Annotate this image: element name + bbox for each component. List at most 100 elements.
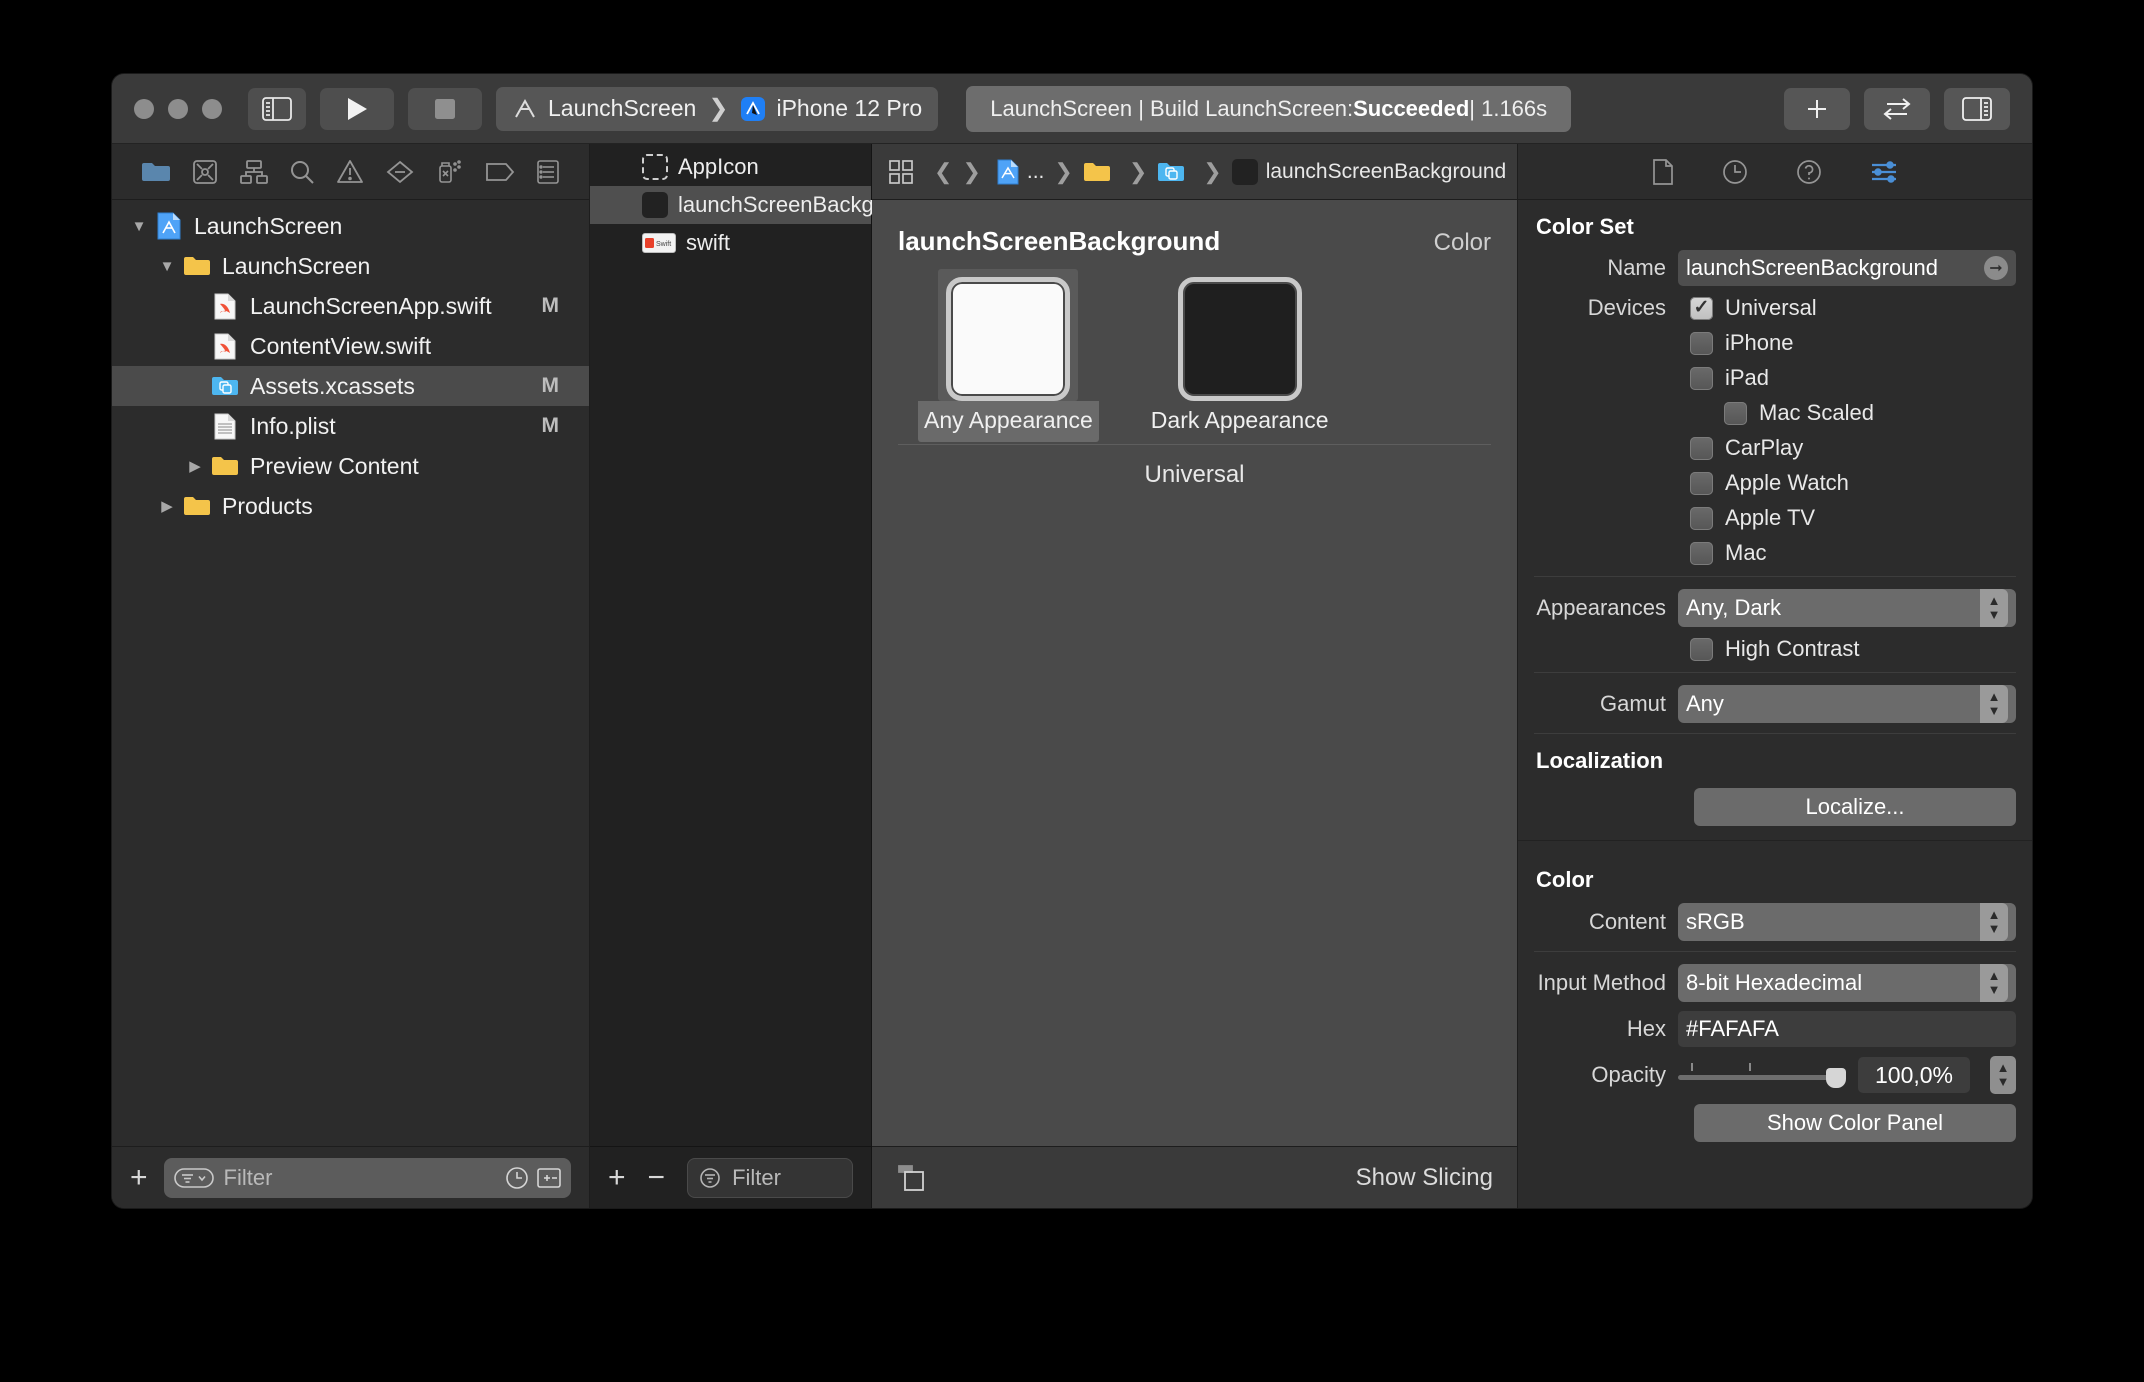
tree-row-contentview-swift[interactable]: ContentView.swift (112, 326, 589, 366)
appearances-popup[interactable]: Any, Dark ▲▼ (1678, 589, 2016, 627)
zoom-button[interactable] (202, 99, 222, 119)
popup-arrows-icon[interactable]: ▲▼ (1980, 685, 2008, 723)
input-method-row: Input Method 8-bit Hexadecimal ▲▼ (1518, 964, 2032, 1002)
device-row-ipad[interactable]: iPad (1518, 365, 2032, 391)
attributes-inspector-icon[interactable] (1870, 160, 1898, 184)
history-inspector-icon[interactable] (1722, 159, 1748, 185)
tree-row-products[interactable]: ▶ Products (112, 486, 589, 526)
tree-row-launchscreen-folder[interactable]: ▼ LaunchScreen (112, 246, 589, 286)
scheme-selector[interactable]: LaunchScreen ❯ iPhone 12 Pro (496, 87, 938, 131)
project-navigator-icon[interactable] (141, 160, 171, 184)
search-navigator-icon[interactable] (289, 159, 315, 185)
slicing-icon[interactable] (896, 1163, 928, 1193)
issue-navigator-icon[interactable] (336, 159, 364, 184)
content-popup[interactable]: sRGB ▲▼ (1678, 903, 2016, 941)
asset-row-launchscreenbackground[interactable]: launchScreenBackground (590, 186, 871, 224)
device-row-carplay[interactable]: CarPlay (1518, 435, 2032, 461)
gamut-popup[interactable]: Any ▲▼ (1678, 685, 2016, 723)
grid-view-icon[interactable] (888, 159, 914, 185)
checkbox-apple-tv[interactable] (1690, 507, 1713, 530)
inspector-toggle-button[interactable] (1944, 88, 2010, 130)
disclosure-triangle-right-icon[interactable]: ▶ (154, 497, 180, 515)
asset-filter-field[interactable]: Filter (687, 1158, 853, 1198)
device-row-mac-scaled[interactable]: Mac Scaled (1518, 400, 2032, 426)
checkbox-mac-scaled[interactable] (1724, 402, 1747, 425)
checkbox-mac[interactable] (1690, 542, 1713, 565)
test-navigator-icon[interactable] (386, 160, 414, 184)
asset-row-swift[interactable]: Swift swift (590, 224, 871, 262)
breadcrumb-item-xcassets[interactable] (1157, 160, 1193, 184)
checkbox-high-contrast[interactable] (1690, 638, 1713, 661)
popup-arrows-icon[interactable]: ▲▼ (1980, 903, 2008, 941)
add-asset-button[interactable]: + (608, 1163, 626, 1193)
activity-status-bar[interactable]: LaunchScreen | Build LaunchScreen: Succe… (966, 86, 1571, 132)
swatch-dark-appearance[interactable]: Dark Appearance (1145, 269, 1335, 442)
quick-help-icon[interactable] (1796, 159, 1822, 185)
add-file-button[interactable]: + (130, 1163, 148, 1193)
reveal-arrow-icon[interactable]: ➞ (1984, 256, 2008, 280)
tree-row-launchscreen-project[interactable]: ▼ LaunchScreen (112, 206, 589, 246)
color-preview-dark[interactable] (1178, 277, 1302, 401)
slider-knob[interactable] (1826, 1068, 1846, 1088)
recent-filter-icon[interactable] (505, 1166, 529, 1190)
xcassets-icon (208, 374, 242, 398)
color-preview-any[interactable] (946, 277, 1070, 401)
device-row-apple-watch[interactable]: Apple Watch (1518, 470, 2032, 496)
tree-row-assets-xcassets[interactable]: Assets.xcassets M (112, 366, 589, 406)
tree-row-launchscreenapp-swift[interactable]: LaunchScreenApp.swift M (112, 286, 589, 326)
scheme-device-label: iPhone 12 Pro (776, 95, 922, 122)
opacity-value-field[interactable]: 100,0% (1858, 1057, 1970, 1093)
report-navigator-icon[interactable] (536, 159, 560, 185)
asset-row-appicon[interactable]: AppIcon (590, 148, 871, 186)
opacity-stepper[interactable]: ▲▼ (1990, 1056, 2016, 1094)
code-review-button[interactable] (1864, 88, 1930, 130)
sidebar-toggle-button[interactable] (248, 88, 306, 130)
navigator-filter-field[interactable]: Filter (164, 1158, 571, 1198)
run-button[interactable] (320, 88, 394, 130)
breadcrumb-item-colorset[interactable]: launchScreenBackground (1232, 159, 1507, 185)
popup-arrows-icon[interactable]: ▲▼ (1980, 589, 2008, 627)
device-row-universal[interactable]: Devices Universal (1518, 295, 2032, 321)
breadcrumb-item-project[interactable]: ... (997, 159, 1045, 185)
add-editor-button[interactable] (1784, 88, 1850, 130)
source-control-filter-icon[interactable] (537, 1167, 561, 1189)
checkbox-iphone[interactable] (1690, 332, 1713, 355)
show-color-panel-button[interactable]: Show Color Panel (1694, 1104, 2016, 1142)
checkbox-universal[interactable] (1690, 297, 1713, 320)
popup-arrows-icon[interactable]: ▲▼ (1980, 964, 2008, 1002)
file-inspector-icon[interactable] (1652, 159, 1674, 185)
remove-asset-button[interactable]: − (648, 1163, 666, 1193)
disclosure-triangle-down-icon[interactable]: ▼ (126, 218, 152, 235)
show-slicing-button[interactable]: Show Slicing (1356, 1164, 1493, 1192)
breakpoint-navigator-icon[interactable] (485, 161, 515, 183)
tree-row-preview-content[interactable]: ▶ Preview Content (112, 446, 589, 486)
disclosure-triangle-down-icon[interactable]: ▼ (154, 258, 180, 275)
source-control-navigator-icon[interactable] (192, 159, 218, 185)
filter-scope-icon[interactable] (174, 1166, 214, 1190)
forward-chevron-icon[interactable]: ❯ (962, 159, 986, 185)
close-button[interactable] (134, 99, 154, 119)
tree-row-info-plist[interactable]: Info.plist M (112, 406, 589, 446)
checkbox-ipad[interactable] (1690, 367, 1713, 390)
name-input[interactable]: launchScreenBackground ➞ (1678, 250, 2016, 286)
localize-button[interactable]: Localize... (1694, 788, 2016, 826)
input-method-popup[interactable]: 8-bit Hexadecimal ▲▼ (1678, 964, 2016, 1002)
opacity-slider[interactable] (1678, 1063, 1846, 1087)
back-chevron-icon[interactable]: ❮ (924, 159, 952, 185)
checkbox-apple-watch[interactable] (1690, 472, 1713, 495)
checkbox-carplay[interactable] (1690, 437, 1713, 460)
debug-navigator-icon[interactable] (435, 159, 463, 185)
breadcrumb-item-folder[interactable] (1083, 160, 1119, 184)
device-row-apple-tv[interactable]: Apple TV (1518, 505, 2032, 531)
appearances-label: Appearances (1518, 595, 1678, 621)
device-row-iphone[interactable]: iPhone (1518, 330, 2032, 356)
device-row-mac[interactable]: Mac (1518, 540, 2032, 566)
stop-button[interactable] (408, 88, 482, 130)
section-divider (1534, 951, 2016, 952)
hex-input[interactable]: #FAFAFA (1678, 1011, 2016, 1047)
high-contrast-row[interactable]: High Contrast (1518, 636, 2032, 662)
symbol-navigator-icon[interactable] (240, 160, 268, 184)
disclosure-triangle-right-icon[interactable]: ▶ (182, 457, 208, 475)
minimize-button[interactable] (168, 99, 188, 119)
swatch-any-appearance[interactable]: Any Appearance (918, 269, 1099, 442)
